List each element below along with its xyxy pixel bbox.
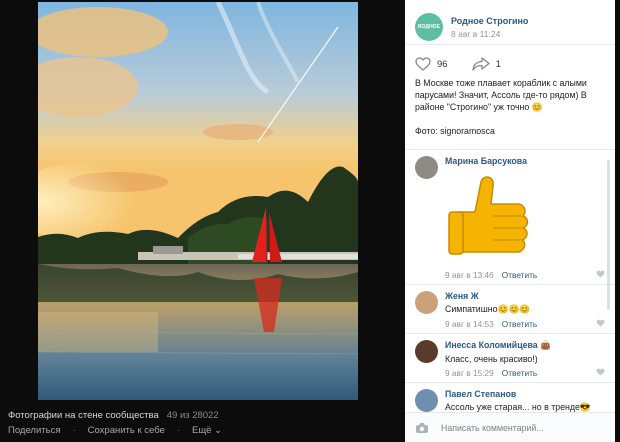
heart-icon[interactable] xyxy=(596,270,605,278)
comment-item: Инесса Коломийцева 👜 Класс, очень красив… xyxy=(405,334,615,383)
chevron-down-icon: ⌄ xyxy=(214,425,223,436)
comment-date[interactable]: 9 авг в 14:53 xyxy=(445,319,494,329)
heart-icon[interactable] xyxy=(596,368,605,376)
comment-author[interactable]: Инесса Коломийцева 👜 xyxy=(445,340,605,351)
share-count: 1 xyxy=(495,58,501,70)
avatar-text: ROДНОЕ xyxy=(418,24,440,30)
photo-image xyxy=(38,2,358,400)
thumbs-up-sticker xyxy=(445,172,605,266)
reply-button[interactable]: Ответить xyxy=(502,270,537,280)
comment-text: Симпатишно😊😊😊 xyxy=(445,304,531,314)
comment-author[interactable]: Павел Степанов xyxy=(445,389,605,399)
avatar[interactable] xyxy=(415,291,438,314)
comment-item: Женя Ж Симпатишно😊😊😊 9 авг в 14:53 Ответ… xyxy=(405,285,615,334)
community-name[interactable]: Родное Строгино xyxy=(451,16,528,26)
like-button[interactable]: 96 xyxy=(415,57,448,71)
avatar[interactable] xyxy=(415,156,438,179)
share-icon xyxy=(471,57,490,71)
camera-icon[interactable] xyxy=(415,422,429,434)
like-count: 96 xyxy=(437,58,448,70)
scrollbar[interactable] xyxy=(607,160,610,310)
avatar[interactable] xyxy=(415,340,438,363)
comment-text: Класс, очень красиво!) xyxy=(445,354,538,364)
photo-credit: Фото: signoramosca xyxy=(415,126,495,136)
post-body: В Москве тоже плавает кораблик с алыми п… xyxy=(405,77,615,137)
comment-input-bar xyxy=(405,412,615,442)
separator-dot: · xyxy=(176,425,180,436)
heart-icon xyxy=(415,57,431,71)
comment-input[interactable] xyxy=(441,422,591,433)
post-header: ROДНОЕ Родное Строгино 8 авг в 11:24 xyxy=(405,0,615,45)
more-label: Ещё xyxy=(192,425,212,436)
save-link[interactable]: Сохранить к себе xyxy=(88,425,165,436)
post-text: В Москве тоже плавает кораблик с алыми п… xyxy=(415,78,587,112)
page-gutter xyxy=(615,0,620,442)
post-photo[interactable] xyxy=(38,2,358,400)
photo-footer: Фотографии на стене сообщества 49 из 280… xyxy=(8,410,398,436)
post-date[interactable]: 8 авг в 11:24 xyxy=(451,29,528,39)
photo-caption: Фотографии на стене сообщества xyxy=(8,410,159,421)
photo-counter: 49 из 28022 xyxy=(166,410,219,421)
more-link[interactable]: Ещё ⌄ xyxy=(192,425,222,436)
reply-button[interactable]: Ответить xyxy=(502,368,537,378)
comment-item: Марина Барсукова 9 авг в 13:46 Ответить xyxy=(405,150,615,285)
reply-button[interactable]: Ответить xyxy=(502,319,537,329)
comment-author[interactable]: Марина Барсукова xyxy=(445,156,605,166)
community-avatar[interactable]: ROДНОЕ xyxy=(415,13,443,41)
post-actions: 96 1 xyxy=(405,45,615,77)
comment-date[interactable]: 9 авг в 15:29 xyxy=(445,368,494,378)
post-panel: ROДНОЕ Родное Строгино 8 авг в 11:24 96 … xyxy=(405,0,615,442)
heart-icon[interactable] xyxy=(596,319,605,327)
separator-dot: · xyxy=(72,425,76,436)
avatar[interactable] xyxy=(415,389,438,412)
comment-author[interactable]: Женя Ж xyxy=(445,291,605,301)
comment-date[interactable]: 9 авг в 13:46 xyxy=(445,270,494,280)
share-link[interactable]: Поделиться xyxy=(8,425,60,436)
comments-list: Марина Барсукова 9 авг в 13:46 Ответить … xyxy=(405,149,615,417)
share-button[interactable]: 1 xyxy=(471,57,501,71)
